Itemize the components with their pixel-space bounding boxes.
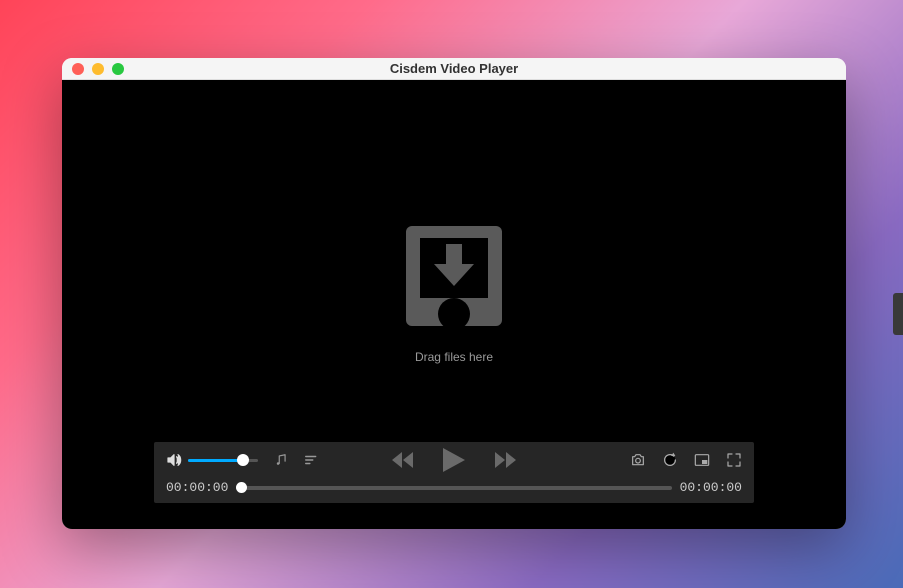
- volume-slider[interactable]: [188, 454, 258, 466]
- fullscreen-icon: [726, 452, 742, 468]
- subtitle-button[interactable]: [304, 453, 318, 467]
- loop-icon: [662, 452, 678, 468]
- time-total: 00:00:00: [680, 480, 742, 495]
- control-bar: 00:00:00 00:00:00: [154, 442, 754, 503]
- download-tray-icon: [406, 226, 502, 326]
- time-current: 00:00:00: [166, 480, 228, 495]
- camera-icon: [630, 452, 646, 468]
- rewind-button[interactable]: [391, 450, 415, 470]
- volume-button[interactable]: [166, 452, 182, 468]
- window-title: Cisdem Video Player: [390, 61, 518, 76]
- play-icon: [441, 446, 467, 474]
- minimize-button[interactable]: [92, 63, 104, 75]
- audio-track-button[interactable]: [274, 453, 288, 467]
- progress-thumb[interactable]: [236, 482, 247, 493]
- loop-button[interactable]: [662, 452, 678, 468]
- pip-icon: [694, 452, 710, 468]
- play-button[interactable]: [441, 446, 467, 474]
- maximize-button[interactable]: [112, 63, 124, 75]
- pip-button[interactable]: [694, 452, 710, 468]
- volume-thumb[interactable]: [237, 454, 249, 466]
- list-icon: [304, 453, 318, 467]
- music-note-icon: [274, 453, 288, 467]
- snapshot-button[interactable]: [630, 452, 646, 468]
- close-button[interactable]: [72, 63, 84, 75]
- drop-files-zone[interactable]: Drag files here: [406, 226, 502, 364]
- fast-forward-icon: [493, 450, 517, 470]
- rewind-icon: [391, 450, 415, 470]
- playlist-toggle-tab[interactable]: [893, 293, 903, 335]
- volume-icon: [166, 452, 182, 468]
- app-window: Cisdem Video Player Drag files here: [62, 58, 846, 529]
- video-area[interactable]: Drag files here: [62, 80, 846, 529]
- titlebar: Cisdem Video Player: [62, 58, 846, 80]
- progress-slider[interactable]: [236, 482, 671, 494]
- drop-files-label: Drag files here: [415, 350, 493, 364]
- fullscreen-button[interactable]: [726, 452, 742, 468]
- fast-forward-button[interactable]: [493, 450, 517, 470]
